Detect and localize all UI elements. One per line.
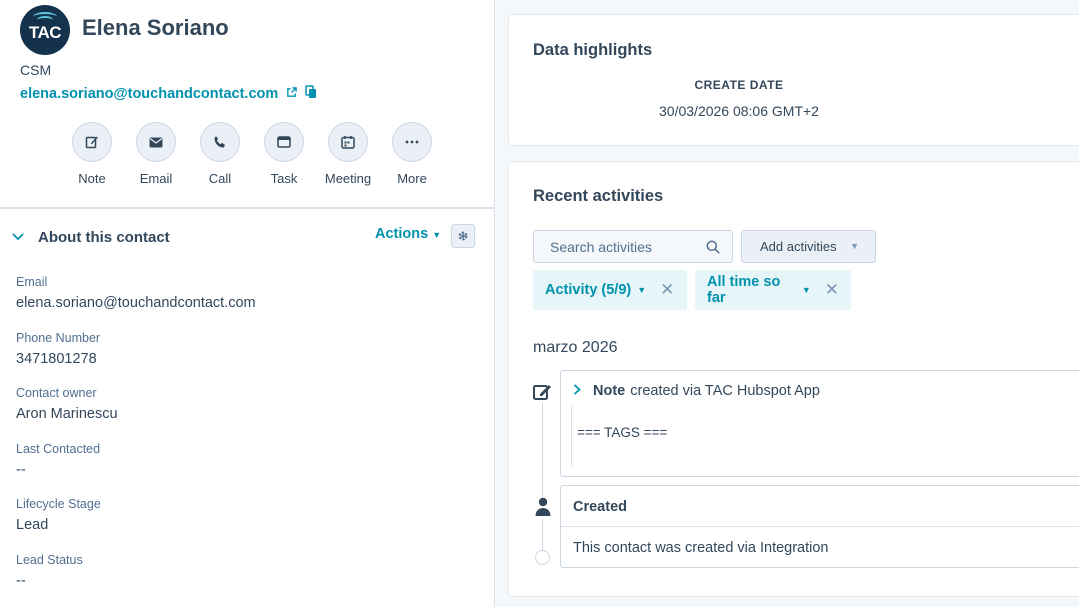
timeline-end-marker xyxy=(535,550,550,565)
external-link-icon[interactable] xyxy=(286,87,298,101)
property-label: Contact owner xyxy=(16,386,97,400)
create-date-label: CREATE DATE xyxy=(694,78,784,92)
caret-down-icon[interactable]: ▼ xyxy=(850,241,859,251)
chevron-down-icon[interactable] xyxy=(12,230,30,244)
actions-label[interactable]: Actions xyxy=(375,226,428,242)
property-lifecycle-stage: Lifecycle Stage Lead xyxy=(16,497,256,553)
activity-type: Created xyxy=(573,499,627,515)
caret-down-icon[interactable]: ▼ xyxy=(637,285,646,295)
search-icon[interactable] xyxy=(706,240,720,254)
section-divider xyxy=(0,207,494,209)
actions-dropdown[interactable]: Actions ▼ xyxy=(375,226,441,242)
avatar: TAC xyxy=(20,5,70,55)
email-action-label: Email xyxy=(139,171,173,186)
about-title[interactable]: About this contact xyxy=(38,229,170,246)
activity-meta: created via TAC Hubspot App xyxy=(630,383,820,399)
job-title: CSM xyxy=(20,62,52,78)
property-label: Phone Number xyxy=(16,330,101,345)
property-value[interactable]: 3471801278 xyxy=(16,351,256,367)
note-action-label: Note xyxy=(78,171,106,186)
property-lead-status: Lead Status -- xyxy=(16,553,256,607)
quick-actions: Note Email Call Task Meeting More xyxy=(60,122,444,186)
activity-body-rule xyxy=(571,405,572,467)
activity-note-header[interactable]: Note created via TAC Hubspot App xyxy=(573,383,820,399)
more-dots-icon[interactable] xyxy=(392,122,432,162)
person-icon xyxy=(534,497,552,519)
caret-down-icon[interactable]: ▼ xyxy=(802,285,811,295)
activity-created-body: This contact was created via Integration xyxy=(573,540,829,556)
task-icon[interactable] xyxy=(264,122,304,162)
property-label: Email xyxy=(16,275,48,289)
contact-email[interactable]: elena.soriano@touchandcontact.com xyxy=(20,86,278,102)
settings-button[interactable] xyxy=(451,224,475,248)
property-value[interactable]: -- xyxy=(16,573,256,589)
note-edit-icon[interactable] xyxy=(72,122,112,162)
note-edit-icon xyxy=(533,383,553,403)
time-filter-label[interactable]: All time so far xyxy=(707,274,796,306)
copy-icon[interactable] xyxy=(305,85,317,103)
property-list: Email elena.soriano@touchandcontact.com … xyxy=(16,275,256,607)
property-last-contacted: Last Contacted -- xyxy=(16,442,256,498)
activity-note[interactable]: Note created via TAC Hubspot App === TAG… xyxy=(560,370,1079,477)
task-action-button[interactable]: Task xyxy=(252,122,316,186)
more-action-button[interactable]: More xyxy=(380,122,444,186)
property-value[interactable]: Lead xyxy=(16,517,256,533)
calendar-icon[interactable] xyxy=(328,122,368,162)
task-action-label: Task xyxy=(270,171,298,186)
search-input[interactable] xyxy=(550,238,700,255)
activity-filter-label[interactable]: Activity (5/9) xyxy=(545,282,631,298)
avatar-text: TAC xyxy=(28,23,62,42)
contact-sidebar: TAC Elena Soriano CSM elena.soriano@touc… xyxy=(0,0,495,607)
activity-type: Note xyxy=(593,383,626,399)
recent-activities-card: Recent activities Add activities ▼ Activ… xyxy=(508,161,1079,597)
activity-filter-chip[interactable]: Activity (5/9) ▼ ✕ xyxy=(533,270,687,310)
property-label: Last Contacted xyxy=(16,441,101,456)
activity-divider xyxy=(561,526,1079,527)
about-section-header[interactable]: About this contact Actions ▼ xyxy=(12,224,477,248)
phone-icon[interactable] xyxy=(200,122,240,162)
chevron-right-icon[interactable] xyxy=(573,384,581,398)
time-filter-chip[interactable]: All time so far ▼ ✕ xyxy=(695,270,851,310)
call-action-button[interactable]: Call xyxy=(188,122,252,186)
data-highlights-title: Data highlights xyxy=(533,41,653,59)
property-owner: Contact owner Aron Marinescu xyxy=(16,386,256,442)
property-label: Lead Status xyxy=(16,552,83,567)
property-value[interactable]: Aron Marinescu xyxy=(16,406,256,422)
more-action-label: More xyxy=(397,171,427,186)
property-value[interactable]: elena.soriano@touchandcontact.com xyxy=(16,295,256,311)
call-action-label: Call xyxy=(208,171,232,186)
note-action-button[interactable]: Note xyxy=(60,122,124,186)
caret-down-icon: ▼ xyxy=(432,230,442,240)
timeline-line xyxy=(542,402,543,552)
data-highlights-card: Data highlights CREATE DATE 30/03/2026 0… xyxy=(508,14,1079,146)
meeting-action-button[interactable]: Meeting xyxy=(316,122,380,186)
close-icon[interactable]: ✕ xyxy=(660,280,674,300)
activity-note-body: === TAGS === xyxy=(577,425,668,440)
email-action-button[interactable]: Email xyxy=(124,122,188,186)
gear-icon xyxy=(458,231,468,241)
close-icon[interactable]: ✕ xyxy=(825,280,839,300)
property-value[interactable]: -- xyxy=(16,462,256,478)
month-header: marzo 2026 xyxy=(533,339,618,356)
contact-email-link[interactable]: elena.soriano@touchandcontact.com xyxy=(20,85,317,103)
add-activities-button[interactable]: Add activities ▼ xyxy=(741,230,876,263)
property-label: Lifecycle Stage xyxy=(16,497,101,511)
create-date-value: 30/03/2026 08:06 GMT+2 xyxy=(659,103,819,119)
property-email: Email elena.soriano@touchandcontact.com xyxy=(16,275,256,331)
property-phone: Phone Number 3471801278 xyxy=(16,331,256,387)
meeting-action-label: Meeting xyxy=(324,171,372,186)
search-activities-field[interactable] xyxy=(533,230,733,263)
add-activities-label[interactable]: Add activities xyxy=(760,239,837,254)
recent-activities-title: Recent activities xyxy=(533,187,664,205)
contact-name: Elena Soriano xyxy=(82,15,229,40)
activity-created[interactable]: Created This contact was created via Int… xyxy=(560,485,1079,568)
envelope-icon[interactable] xyxy=(136,122,176,162)
